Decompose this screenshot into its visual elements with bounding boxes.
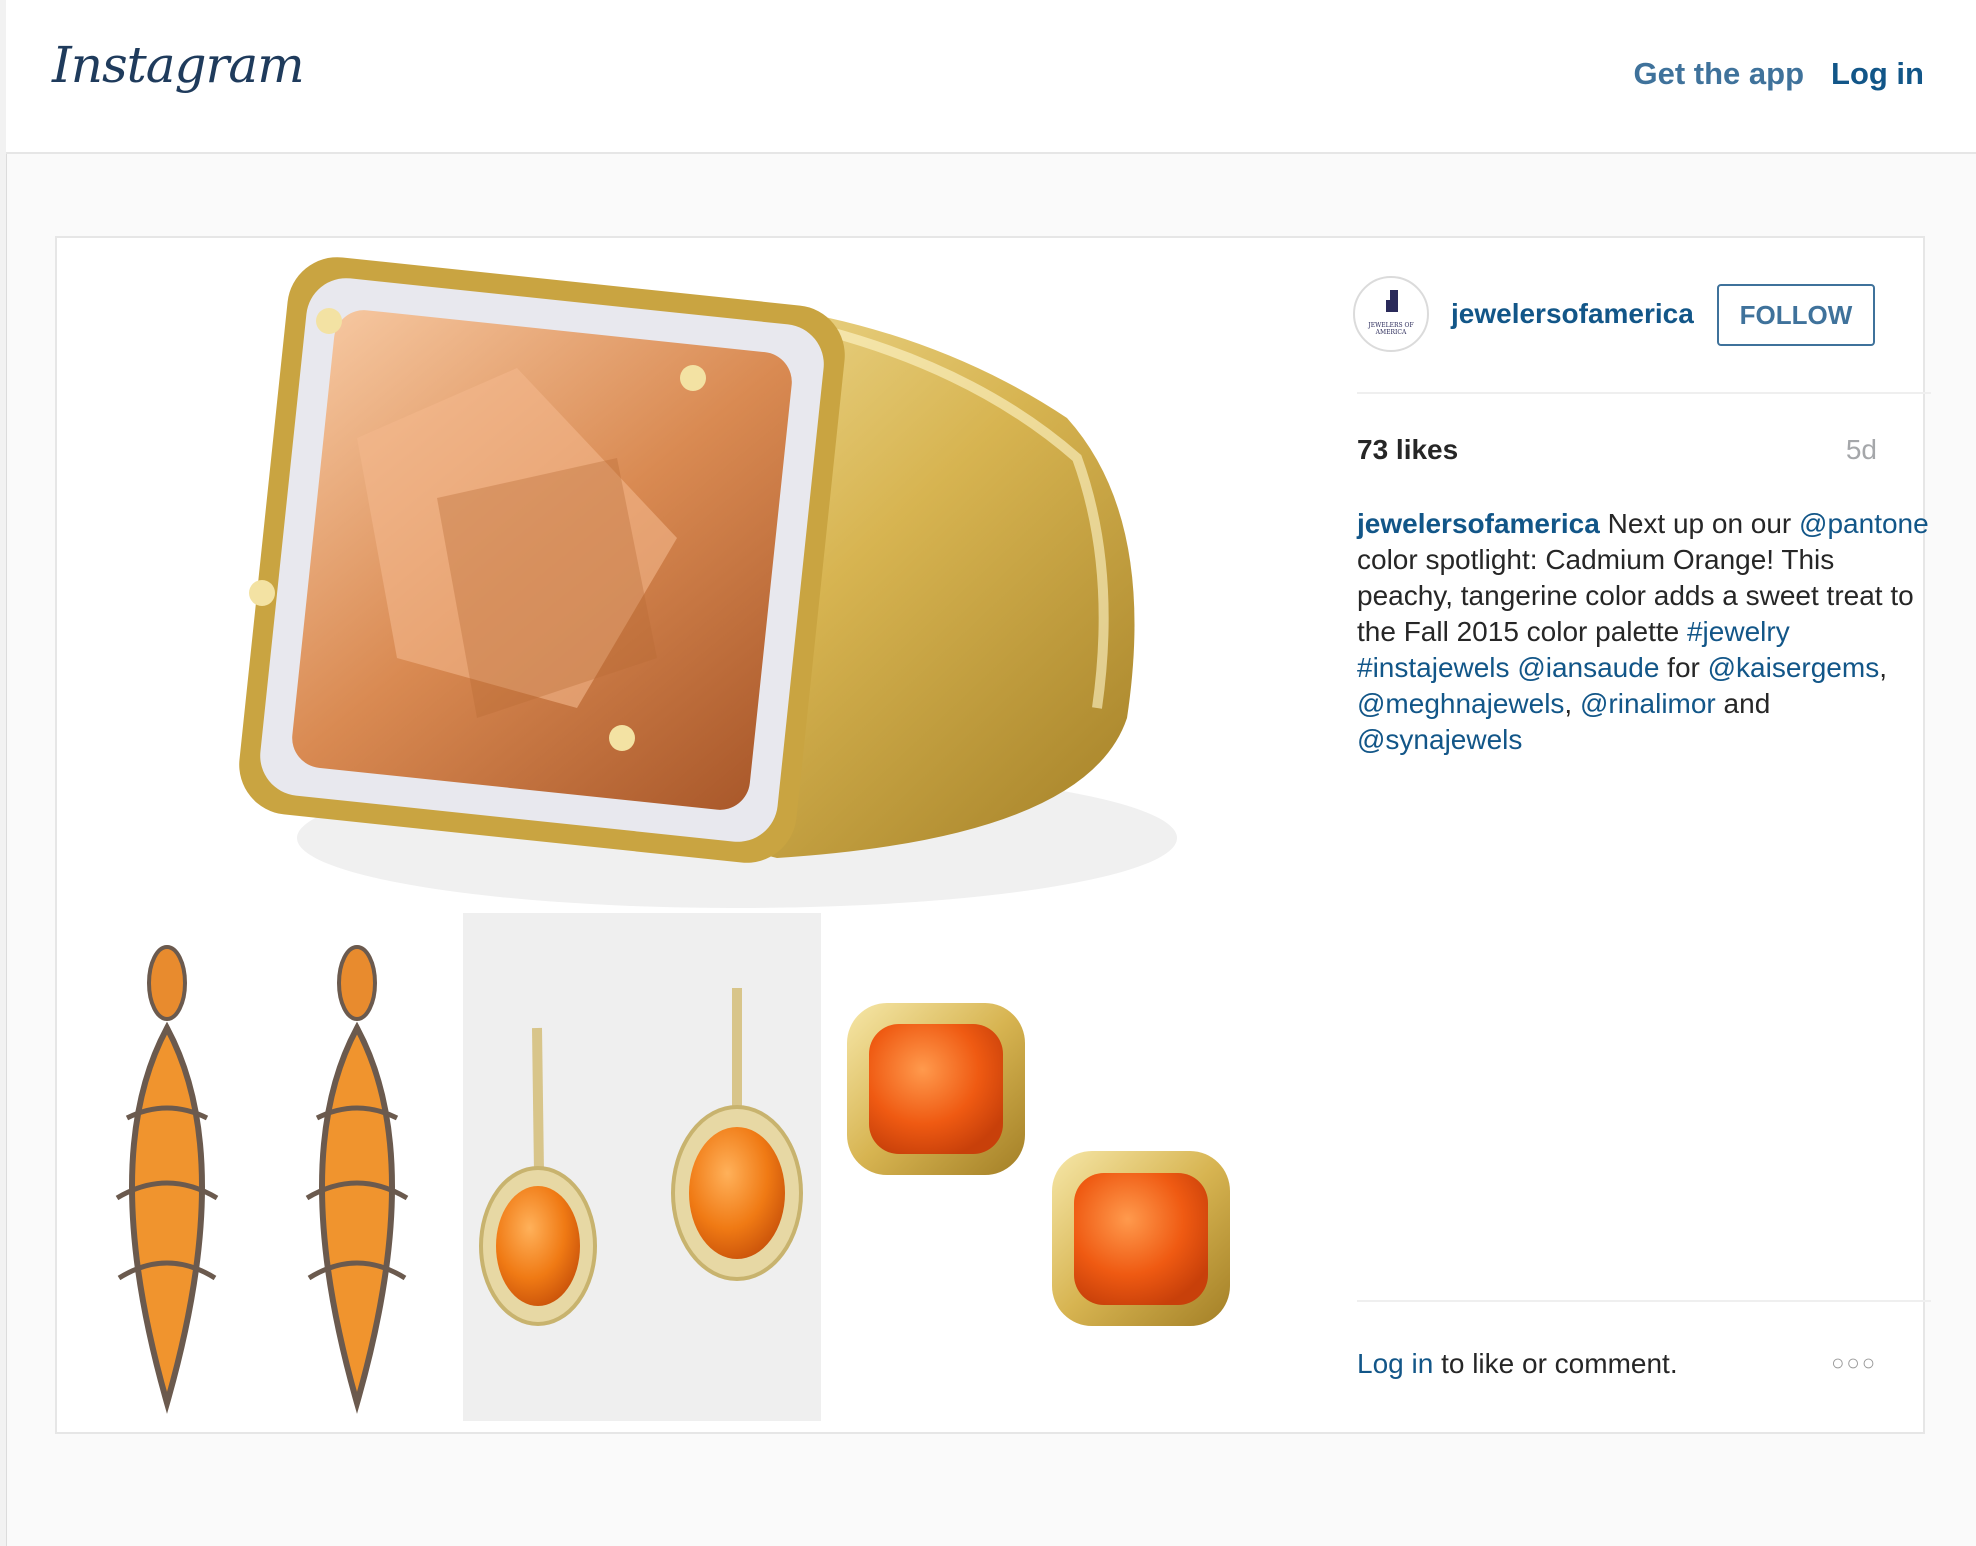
login-prompt: Log in to like or comment. — [1357, 1348, 1678, 1380]
oval-drop-earrings-photo — [463, 913, 821, 1421]
mention-kaisergems[interactable]: @kaisergems — [1708, 652, 1880, 683]
avatar-logo-icon — [1386, 290, 1398, 312]
caption-text: color spotlight: Cadmium Orange! This pe… — [1357, 544, 1914, 647]
profile-avatar[interactable]: JEWELERS OF AMERICA — [1353, 276, 1429, 352]
post-age[interactable]: 5d — [1846, 434, 1877, 466]
ring-photo — [239, 257, 1177, 908]
login-link[interactable]: Log in — [1357, 1348, 1433, 1379]
like-count[interactable]: 73 likes — [1357, 434, 1458, 466]
mention-rinalimor[interactable]: @rinalimor — [1580, 688, 1716, 719]
post-caption: jewelersofamerica Next up on our @panton… — [1357, 506, 1937, 758]
post-sidebar: JEWELERS OF AMERICA jewelersofamerica FO… — [1303, 238, 1931, 1432]
caption-text: and — [1715, 688, 1771, 719]
header-divider — [1357, 392, 1931, 394]
post-image[interactable] — [57, 238, 1303, 1432]
post-card: JEWELERS OF AMERICA jewelersofamerica FO… — [55, 236, 1931, 1434]
get-the-app-link[interactable]: Get the app — [1633, 56, 1804, 92]
footer-divider — [1357, 1300, 1931, 1302]
mention-pantone[interactable]: @pantone — [1799, 508, 1929, 539]
jewelry-collage-image — [115, 257, 1230, 1421]
caption-text: , — [1564, 688, 1580, 719]
caption-text: , — [1879, 652, 1887, 683]
caption-text: for — [1659, 652, 1708, 683]
avatar-text: JEWELERS OF AMERICA — [1368, 322, 1414, 336]
follow-button[interactable]: FOLLOW — [1717, 284, 1875, 346]
hashtag-instajewels[interactable]: #instajewels — [1357, 652, 1510, 683]
header-login-link[interactable]: Log in — [1831, 56, 1924, 92]
more-options-icon[interactable]: ○○○ — [1831, 1350, 1877, 1376]
login-prompt-text: to like or comment. — [1433, 1348, 1678, 1379]
mention-iansaude[interactable]: @iansaude — [1517, 652, 1659, 683]
window-left-edge — [0, 0, 7, 1546]
hashtag-jewelry[interactable]: #jewelry — [1687, 616, 1790, 647]
mention-meghnajewels[interactable]: @meghnajewels — [1357, 688, 1564, 719]
square-cabochon-earrings-photo — [847, 1003, 1230, 1326]
top-navigation-bar: Instagram Get the app Log in — [6, 0, 1976, 154]
caption-username[interactable]: jewelersofamerica — [1357, 508, 1600, 539]
instagram-logo[interactable]: Instagram — [52, 36, 305, 94]
caption-text: Next up on our — [1599, 508, 1800, 539]
mention-synajewels[interactable]: @synajewels — [1357, 724, 1522, 755]
post-username[interactable]: jewelersofamerica — [1451, 298, 1694, 330]
orange-leaf-earrings-photo — [115, 945, 409, 1414]
